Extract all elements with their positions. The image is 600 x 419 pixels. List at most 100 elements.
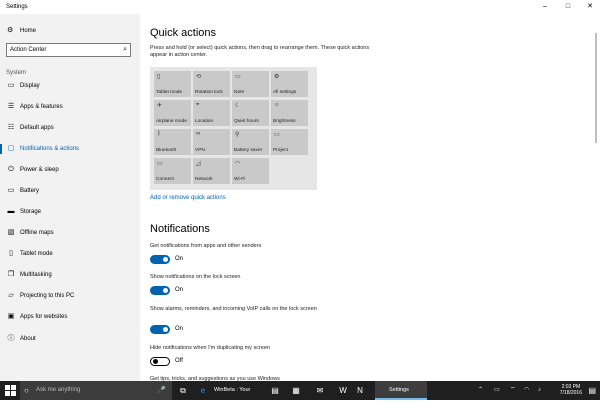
quick-action-connect[interactable]: ▭ Connect (154, 158, 191, 184)
netflix-icon[interactable]: N (353, 381, 367, 400)
gear-icon: ⚙ (7, 27, 14, 34)
quick-action-battery-saver[interactable]: ⚲ Battery saver (232, 129, 269, 155)
search-icon[interactable]: ⌕ (123, 44, 127, 56)
pen-icon[interactable]: ⌔ (510, 381, 516, 400)
notification-toggle-switch[interactable] (150, 255, 170, 264)
sidebar-item-storage[interactable]: ▬ Storage (0, 205, 140, 219)
tablet-mode-icon: ▯ (157, 74, 161, 80)
sidebar-item-label: Apps for websites (20, 314, 68, 320)
power-sleep-icon: ⏻ (8, 166, 14, 173)
quick-action-label: Battery saver (234, 148, 263, 153)
battery-icon[interactable]: ▭ (494, 381, 500, 400)
sidebar-item-default-apps[interactable]: ☷ Default apps (0, 121, 140, 135)
sidebar-item-about[interactable]: ⓘ About (0, 332, 140, 346)
quick-action-brightness[interactable]: ☼ Brightness (271, 100, 308, 126)
sidebar-item-projecting-to-this-pc[interactable]: ▱ Projecting to this PC (0, 289, 140, 303)
battery-saver-icon: ⚲ (235, 132, 240, 138)
quick-action-network[interactable]: ◿ Network (193, 158, 230, 184)
notification-toggle-switch[interactable] (150, 325, 170, 334)
cortana-search-box[interactable]: ○ Ask me anything 🎤 (20, 381, 172, 400)
wifi-icon[interactable]: ◠ (524, 381, 529, 400)
quick-action-label: All settings (273, 90, 297, 95)
sidebar-item-apps-features[interactable]: ☰ Apps & features (0, 100, 140, 114)
sidebar-item-display[interactable]: ▭ Display (0, 79, 140, 93)
quick-action-label: Project (273, 148, 288, 153)
quick-action-quiet-hours[interactable]: ☾ Quiet hours (232, 100, 269, 126)
maximize-button[interactable]: □ (558, 0, 578, 14)
taskbar-window-winbeta[interactable]: WinBeta : Your sour... (210, 381, 262, 412)
quick-actions-description: Press and hold (or select) quick actions… (150, 45, 370, 58)
network-icon: ◿ (196, 161, 201, 167)
quick-action-label: Wi-Fi (234, 177, 246, 182)
sidebar-item-label: Notifications & actions (20, 146, 80, 152)
vpn-icon: ∞ (196, 131, 201, 137)
offline-maps-icon: ▧ (7, 229, 15, 236)
notifications-actions-icon: ▢ (7, 145, 15, 152)
notification-toggle-switch[interactable] (150, 286, 170, 295)
microphone-icon[interactable]: 🎤 (157, 381, 166, 400)
toggle-state-label: On (175, 287, 184, 293)
clock[interactable]: 2:03 PM 7/18/2016 (560, 384, 582, 396)
file-explorer-icon[interactable]: ▤ (268, 381, 282, 400)
settings-window: Settings – □ ✕ ⚙ Home Action Center ⌕ Sy… (0, 0, 600, 382)
store-icon[interactable]: ▦ (289, 381, 303, 400)
multitasking-icon: ❐ (7, 271, 15, 278)
toggle-state-label: Off (175, 358, 183, 364)
edge-icon[interactable]: e (196, 381, 210, 400)
location-icon: ⌖ (196, 102, 200, 108)
window-title: Settings (6, 4, 28, 10)
quick-action-project[interactable]: ▭ Project (271, 129, 308, 155)
brightness-icon: ☼ (274, 102, 280, 108)
settings-search-input[interactable]: Action Center ⌕ (6, 43, 131, 57)
sidebar-item-label: Storage (20, 209, 42, 215)
battery-icon: ▭ (7, 187, 15, 194)
taskbar-window-settings[interactable]: Settings (375, 381, 427, 400)
action-center-icon[interactable]: ▤ (588, 381, 596, 400)
display-icon: ▭ (7, 82, 15, 89)
clock-date: 7/18/2016 (559, 390, 582, 396)
quick-action-note[interactable]: ▭ Note (232, 71, 269, 97)
toggle-state-label: On (175, 256, 184, 262)
sidebar-item-battery[interactable]: ▭ Battery (0, 184, 140, 198)
notification-toggle-switch[interactable] (150, 357, 170, 366)
close-button[interactable]: ✕ (580, 0, 600, 14)
quick-action-location[interactable]: ⌖ Location (193, 100, 230, 126)
cortana-search-placeholder: Ask me anything (36, 387, 81, 393)
home-link[interactable]: ⚙ Home (0, 25, 140, 37)
minimize-button[interactable]: – (535, 0, 555, 14)
add-remove-quick-actions-link[interactable]: Add or remove quick actions (150, 195, 226, 201)
quick-action-rotation-lock[interactable]: ⟲ Rotation lock (193, 71, 230, 97)
quick-action-label: Note (234, 90, 245, 95)
quick-action-tablet-mode[interactable]: ▯ Tablet mode (154, 71, 191, 97)
tablet-mode-icon: ▯ (9, 250, 13, 257)
word-icon[interactable]: W (336, 381, 350, 400)
mail-icon[interactable]: ✉ (313, 381, 327, 400)
connect-icon: ▭ (157, 161, 163, 167)
quick-action-bluetooth[interactable]: ᛒ Bluetooth (154, 129, 191, 155)
start-button[interactable] (5, 385, 16, 396)
sidebar-item-offline-maps[interactable]: ▧ Offline maps (0, 226, 140, 240)
sidebar-item-power-sleep[interactable]: ⏻ Power & sleep (0, 163, 140, 177)
scrollbar[interactable] (595, 33, 597, 143)
search-value: Action Center (10, 47, 47, 53)
sidebar-item-label: Display (20, 83, 40, 89)
task-view-icon[interactable]: ⧉ (176, 381, 190, 400)
bluetooth-icon: ᛒ (157, 131, 161, 137)
sidebar-item-label: Projecting to this PC (20, 293, 75, 299)
sidebar-item-label: Tablet mode (20, 251, 53, 257)
quick-action-all-settings[interactable]: ⚙ All settings (271, 71, 308, 97)
sidebar-item-multitasking[interactable]: ❐ Multitasking (0, 268, 140, 282)
sidebar-item-apps-for-websites[interactable]: ▣ Apps for websites (0, 310, 140, 324)
rotation-lock-icon: ⟲ (196, 74, 202, 80)
tray-chevron-icon[interactable]: ⌃ (478, 381, 483, 400)
airplane-mode-icon: ✈ (157, 103, 163, 109)
quick-action-vpn[interactable]: ∞ VPN (193, 129, 230, 155)
home-label: Home (20, 28, 37, 34)
sidebar-item-notifications-actions[interactable]: ▢ Notifications & actions (0, 142, 140, 156)
notifications-heading: Notifications (150, 223, 210, 235)
volume-icon[interactable]: ♪ (538, 381, 541, 400)
quick-action-airplane-mode[interactable]: ✈ Airplane mode (154, 100, 191, 126)
sidebar-item-tablet-mode[interactable]: ▯ Tablet mode (0, 247, 140, 261)
cortana-icon: ○ (24, 386, 29, 395)
quick-action-wi-fi[interactable]: ◠ Wi-Fi (232, 158, 269, 184)
